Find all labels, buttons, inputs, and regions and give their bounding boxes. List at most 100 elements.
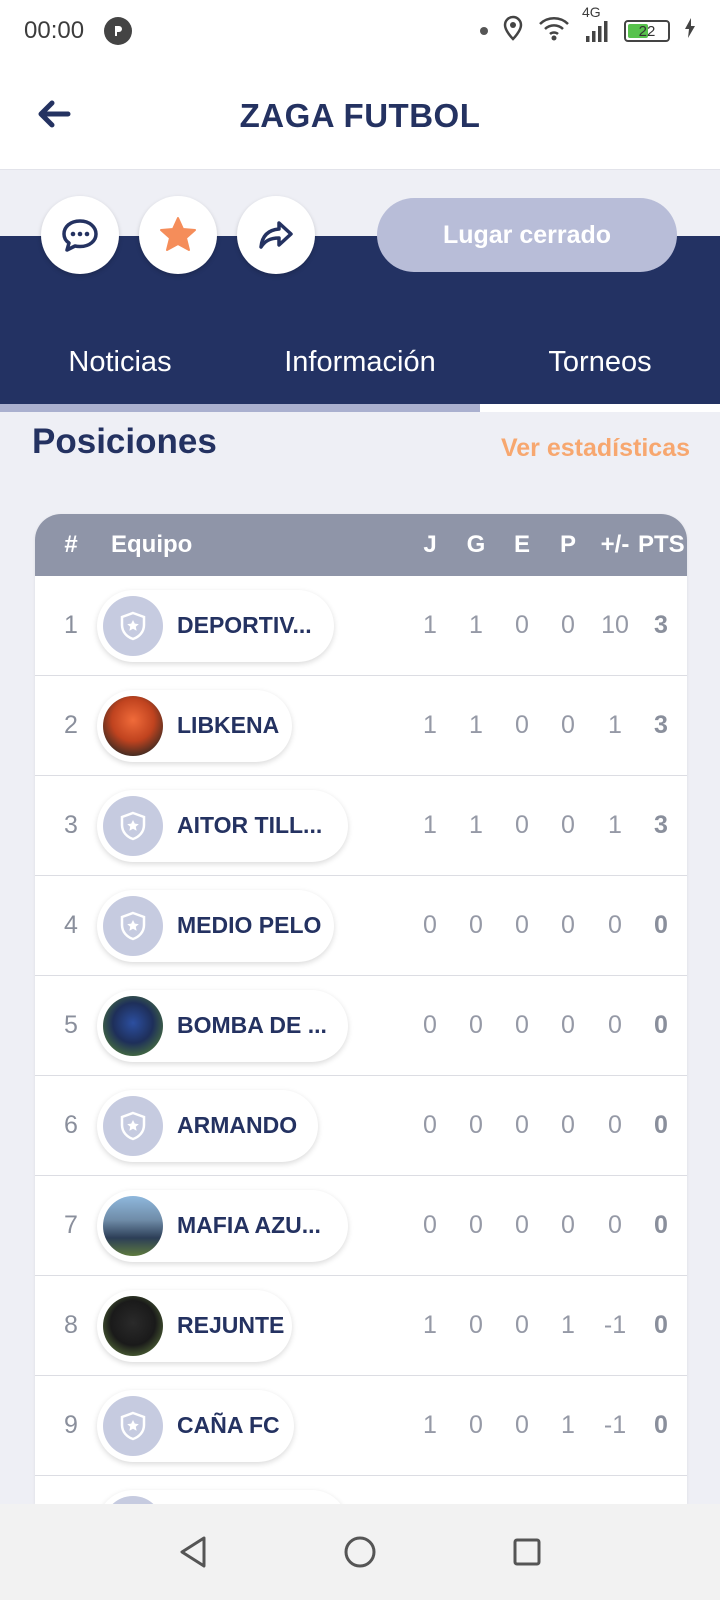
table-row[interactable]: 9 CAÑA FC 1 0 0 1 -1 0 bbox=[35, 1376, 687, 1476]
row-rank: 1 bbox=[64, 611, 78, 639]
points: 0 bbox=[654, 1111, 668, 1139]
header-drawn: E bbox=[513, 531, 530, 558]
row-rank: 3 bbox=[64, 811, 78, 839]
chat-bubble-icon bbox=[62, 219, 98, 252]
team-shield-icon bbox=[103, 895, 163, 956]
table-row[interactable]: 8 REJUNTE 1 0 0 1 -1 0 bbox=[35, 1276, 687, 1376]
tab-informacion[interactable]: Información bbox=[240, 332, 480, 392]
goal-diff: 10 bbox=[601, 611, 629, 639]
header-played: J bbox=[423, 531, 437, 558]
row-rank: 9 bbox=[64, 1411, 78, 1439]
action-row: Lugar cerrado bbox=[0, 196, 720, 278]
table-row[interactable]: 6 ARMANDO 0 0 0 0 0 0 bbox=[35, 1076, 687, 1176]
played: 1 bbox=[423, 1311, 437, 1339]
location-icon bbox=[502, 15, 524, 48]
lost: 1 bbox=[561, 1311, 575, 1339]
header-lost: P bbox=[559, 531, 576, 558]
share-arrow-icon bbox=[259, 221, 293, 249]
team-shield-icon bbox=[103, 795, 163, 856]
won: 1 bbox=[469, 811, 483, 839]
header-goal-diff: +/- bbox=[600, 531, 630, 558]
square-recents-icon bbox=[513, 1538, 541, 1566]
goal-diff: 0 bbox=[608, 911, 622, 939]
row-rank: 6 bbox=[64, 1111, 78, 1139]
team-chip[interactable]: MEDIO PELO bbox=[97, 889, 334, 962]
section-title: Posiciones bbox=[32, 422, 217, 461]
battery-level: 22 bbox=[638, 22, 656, 40]
team-chip[interactable]: BOMBA DE ... bbox=[97, 989, 348, 1062]
charging-icon bbox=[684, 17, 696, 46]
table-row[interactable]: 3 AITOR TILL... 1 1 0 0 1 3 bbox=[35, 776, 687, 876]
team-name: LIBKENA bbox=[177, 712, 280, 738]
status-time: 00:00 bbox=[24, 17, 85, 44]
team-chip[interactable] bbox=[97, 1490, 348, 1504]
team-chip[interactable]: LIBKENA bbox=[97, 689, 292, 762]
chat-button[interactable] bbox=[41, 196, 119, 274]
goal-diff: 0 bbox=[608, 1111, 622, 1139]
cellular-signal-icon: 4G bbox=[582, 4, 610, 44]
tab-noticias[interactable]: Noticias bbox=[0, 332, 240, 392]
played: 1 bbox=[423, 811, 437, 839]
drawn: 0 bbox=[515, 611, 529, 639]
goal-diff: 1 bbox=[608, 711, 622, 739]
status-bar: 00:00 4G 22 bbox=[0, 0, 720, 62]
table-row[interactable]: 1 DEPORTIV... 1 1 0 0 10 3 bbox=[35, 576, 687, 676]
points: 3 bbox=[654, 811, 668, 839]
team-chip[interactable]: MAFIA AZU... bbox=[97, 1189, 348, 1262]
team-chip[interactable]: AITOR TILL... bbox=[97, 789, 348, 862]
drawn: 0 bbox=[515, 911, 529, 939]
played: 0 bbox=[423, 1011, 437, 1039]
drawn: 0 bbox=[515, 1011, 529, 1039]
share-button[interactable] bbox=[237, 196, 315, 274]
won: 0 bbox=[469, 1211, 483, 1239]
view-stats-link[interactable]: Ver estadísticas bbox=[501, 434, 690, 463]
tab-bar: Noticias Información Torneos bbox=[0, 332, 720, 392]
row-rank: 2 bbox=[64, 711, 78, 739]
table-row[interactable]: 7 MAFIA AZU... 0 0 0 0 0 0 bbox=[35, 1176, 687, 1276]
won: 0 bbox=[469, 1311, 483, 1339]
nav-recents-button[interactable] bbox=[505, 1530, 549, 1574]
tab-indicator bbox=[0, 404, 480, 412]
drawn: 0 bbox=[515, 1411, 529, 1439]
played: 0 bbox=[423, 1111, 437, 1139]
drawn: 0 bbox=[515, 1311, 529, 1339]
header-won: G bbox=[466, 531, 486, 558]
table-row[interactable]: 5 BOMBA DE ... 0 0 0 0 0 0 bbox=[35, 976, 687, 1076]
back-button[interactable] bbox=[34, 94, 74, 134]
table-row[interactable] bbox=[35, 1476, 687, 1504]
header-points: PTS bbox=[638, 531, 685, 558]
notification-dot-icon bbox=[480, 27, 488, 35]
system-nav-bar bbox=[0, 1504, 720, 1600]
tab-torneos[interactable]: Torneos bbox=[480, 332, 720, 392]
star-icon bbox=[160, 217, 196, 251]
team-name: ARMANDO bbox=[177, 1112, 298, 1138]
points: 0 bbox=[654, 1411, 668, 1439]
won: 0 bbox=[469, 1011, 483, 1039]
nav-back-button[interactable] bbox=[171, 1530, 215, 1574]
lost: 0 bbox=[561, 1011, 575, 1039]
table-row[interactable]: 2 LIBKENA 1 1 0 0 1 3 bbox=[35, 676, 687, 776]
team-chip[interactable]: DEPORTIV... bbox=[97, 589, 334, 662]
goal-diff: 0 bbox=[608, 1211, 622, 1239]
lost: 1 bbox=[561, 1411, 575, 1439]
team-chip[interactable]: CAÑA FC bbox=[97, 1389, 294, 1462]
battery-icon: 22 bbox=[624, 20, 670, 42]
points: 3 bbox=[654, 611, 668, 639]
team-name: CAÑA FC bbox=[177, 1412, 280, 1438]
lost: 0 bbox=[561, 811, 575, 839]
nav-home-button[interactable] bbox=[338, 1530, 382, 1574]
favorite-button[interactable] bbox=[139, 196, 217, 274]
table-row[interactable]: 4 MEDIO PELO 0 0 0 0 0 0 bbox=[35, 876, 687, 976]
played: 0 bbox=[423, 911, 437, 939]
page-title: ZAGA FUTBOL bbox=[239, 96, 481, 134]
row-rank: 5 bbox=[64, 1011, 78, 1039]
team-shield-icon bbox=[103, 595, 163, 656]
lost: 0 bbox=[561, 611, 575, 639]
team-photo bbox=[103, 995, 163, 1056]
goal-diff: 0 bbox=[608, 1011, 622, 1039]
team-chip[interactable]: REJUNTE bbox=[97, 1289, 292, 1362]
won: 0 bbox=[469, 1411, 483, 1439]
team-shield-icon bbox=[103, 1095, 163, 1156]
wifi-icon bbox=[538, 15, 570, 48]
team-chip[interactable]: ARMANDO bbox=[97, 1089, 318, 1162]
